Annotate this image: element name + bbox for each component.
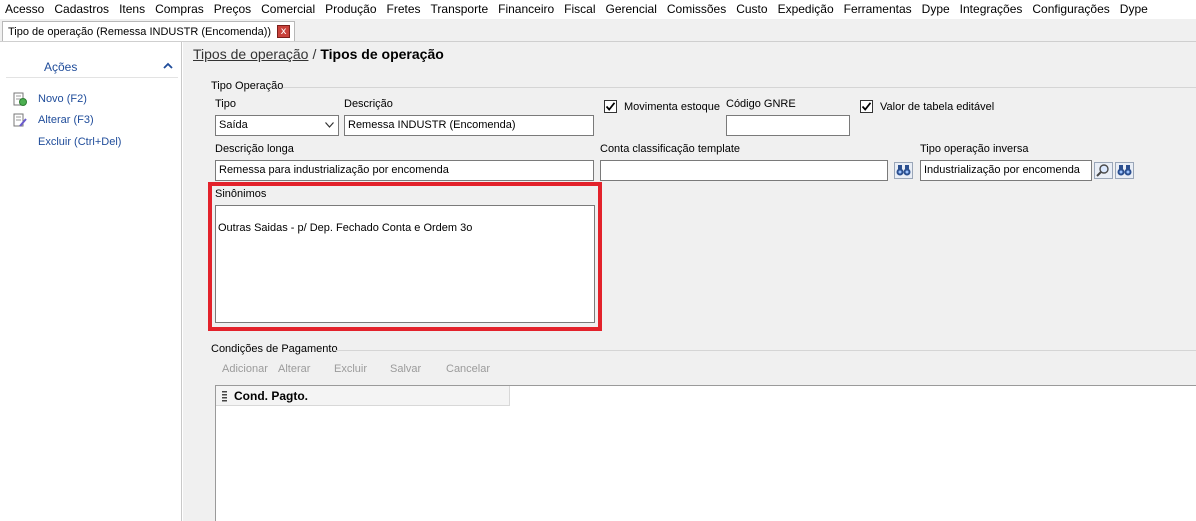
- actions-title: Ações: [44, 60, 78, 74]
- descricao-longa-input[interactable]: Remessa para industrialização por encome…: [215, 160, 594, 181]
- grid-header[interactable]: Cond. Pagto.: [216, 386, 510, 406]
- codigo-gnre-input[interactable]: [726, 115, 850, 136]
- close-icon[interactable]: x: [277, 25, 291, 38]
- conta-classificacao-label: Conta classificação template: [600, 143, 741, 155]
- menu-bar: Acesso Cadastros Itens Compras Preços Co…: [0, 0, 1196, 19]
- checkmark-icon: [605, 102, 616, 111]
- binoculars-icon[interactable]: [894, 162, 913, 179]
- cancelar-button[interactable]: Cancelar: [446, 363, 490, 375]
- breadcrumb-link[interactable]: Tipos de operação: [193, 46, 308, 62]
- menu-fiscal[interactable]: Fiscal: [559, 0, 600, 19]
- menu-transporte[interactable]: Transporte: [426, 0, 494, 19]
- menu-itens[interactable]: Itens: [114, 0, 150, 19]
- magnifier-icon[interactable]: [1094, 162, 1113, 179]
- actions-header[interactable]: Ações: [6, 56, 178, 78]
- descricao-longa-label: Descrição longa: [215, 143, 294, 155]
- group-divider: [336, 350, 1196, 351]
- descricao-label: Descrição: [344, 98, 393, 110]
- valor-tabela-editavel-label: Valor de tabela editável: [880, 101, 995, 113]
- menu-comissoes[interactable]: Comissões: [662, 0, 731, 19]
- action-novo-label: Novo (F2): [38, 93, 87, 105]
- tipo-value: Saída: [219, 119, 248, 131]
- tipo-operacao-inversa-value: Industrialização por encomenda: [924, 164, 1080, 176]
- tipo-label: Tipo: [215, 98, 236, 110]
- menu-configuracoes[interactable]: Configurações: [1027, 0, 1114, 19]
- movimenta-estoque-label: Movimenta estoque: [624, 101, 720, 113]
- menu-integracoes[interactable]: Integrações: [955, 0, 1028, 19]
- tipo-select[interactable]: Saída: [215, 115, 339, 136]
- sinonimos-textarea[interactable]: Outras Saidas - p/ Dep. Fechado Conta e …: [215, 205, 595, 323]
- group-divider: [283, 87, 1196, 88]
- sinonimos-label: Sinônimos: [215, 188, 267, 200]
- menu-acesso[interactable]: Acesso: [0, 0, 49, 19]
- menu-producao[interactable]: Produção: [320, 0, 381, 19]
- tipo-operacao-group-label: Tipo Operação: [211, 80, 284, 92]
- action-alterar-label: Alterar (F3): [38, 114, 94, 126]
- excluir-button[interactable]: Excluir: [334, 363, 367, 375]
- menu-cadastros[interactable]: Cadastros: [49, 0, 114, 19]
- condicoes-grid[interactable]: Cond. Pagto.: [215, 385, 1196, 521]
- menu-gerencial[interactable]: Gerencial: [601, 0, 662, 19]
- menu-dype-2[interactable]: Dype: [1115, 0, 1153, 19]
- menu-ferramentas[interactable]: Ferramentas: [839, 0, 917, 19]
- descricao-longa-value: Remessa para industrialização por encome…: [219, 164, 449, 176]
- edit-document-icon: [13, 113, 27, 127]
- condicoes-group-label: Condições de Pagamento: [211, 343, 338, 355]
- document-tab-strip: Tipo de operação (Remessa INDUSTR (Encom…: [0, 19, 1196, 42]
- document-tab-label: Tipo de operação (Remessa INDUSTR (Encom…: [8, 25, 272, 38]
- actions-panel: Ações Novo (F2) Alterar (F3) Excluir (Ct…: [0, 42, 182, 521]
- adicionar-button[interactable]: Adicionar: [222, 363, 268, 375]
- menu-comercial[interactable]: Comercial: [256, 0, 320, 19]
- salvar-button[interactable]: Salvar: [390, 363, 421, 375]
- codigo-gnre-label: Código GNRE: [726, 98, 796, 110]
- movimenta-estoque-checkbox[interactable]: [604, 100, 617, 113]
- breadcrumb-separator: /: [312, 46, 317, 62]
- menu-dype[interactable]: Dype: [917, 0, 955, 19]
- checkmark-icon: [861, 102, 872, 111]
- breadcrumb: Tipos de operação / Tipos de operação: [193, 46, 444, 62]
- column-header-cond-pagto[interactable]: Cond. Pagto.: [234, 389, 308, 403]
- menu-financeiro[interactable]: Financeiro: [493, 0, 559, 19]
- action-excluir[interactable]: Excluir (Ctrl+Del): [12, 133, 121, 151]
- menu-fretes[interactable]: Fretes: [382, 0, 426, 19]
- document-tab[interactable]: Tipo de operação (Remessa INDUSTR (Encom…: [2, 21, 296, 41]
- binoculars-icon[interactable]: [1115, 162, 1134, 179]
- tipo-operacao-inversa-label: Tipo operação inversa: [920, 143, 1029, 155]
- chevron-down-icon: [325, 122, 334, 128]
- new-document-icon: [13, 92, 27, 106]
- descricao-value: Remessa INDUSTR (Encomenda): [348, 119, 516, 131]
- descricao-input[interactable]: Remessa INDUSTR (Encomenda): [344, 115, 594, 136]
- column-chooser-icon[interactable]: [219, 390, 231, 402]
- tipo-operacao-inversa-input[interactable]: Industrialização por encomenda: [920, 160, 1092, 181]
- menu-custo[interactable]: Custo: [731, 0, 772, 19]
- action-novo[interactable]: Novo (F2): [12, 90, 87, 108]
- menu-compras[interactable]: Compras: [150, 0, 209, 19]
- breadcrumb-current: Tipos de operação: [320, 46, 444, 62]
- conta-classificacao-input[interactable]: [600, 160, 888, 181]
- sinonimos-value: Outras Saidas - p/ Dep. Fechado Conta e …: [218, 222, 473, 234]
- chevron-up-icon[interactable]: [162, 60, 174, 72]
- action-excluir-label: Excluir (Ctrl+Del): [38, 136, 122, 148]
- valor-tabela-editavel-checkbox[interactable]: [860, 100, 873, 113]
- menu-expedicao[interactable]: Expedição: [773, 0, 839, 19]
- action-alterar[interactable]: Alterar (F3): [12, 111, 94, 129]
- main-content: Tipos de operação / Tipos de operação Tipo…: [183, 42, 1196, 521]
- menu-precos[interactable]: Preços: [209, 0, 256, 19]
- alterar-button[interactable]: Alterar: [278, 363, 310, 375]
